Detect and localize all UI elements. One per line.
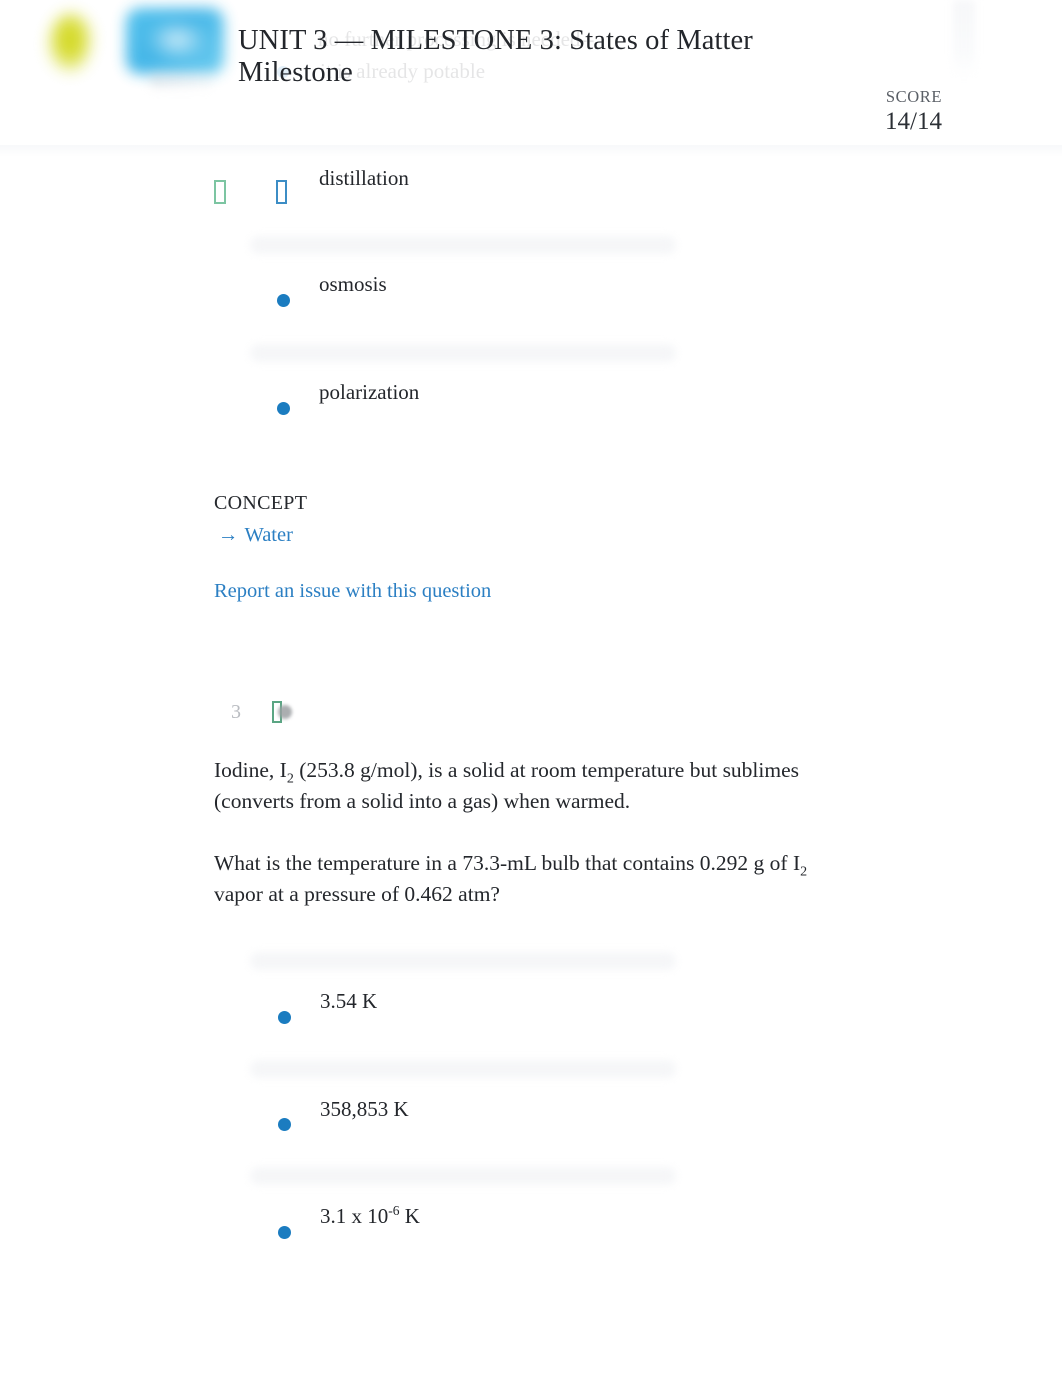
option-c-exponent: -6 — [388, 1203, 400, 1218]
report-issue-link[interactable]: Report an issue with this question — [214, 578, 491, 604]
concept-link-label: Water — [244, 524, 293, 546]
option-label-c[interactable]: 3.1 x 10-6 K — [320, 1203, 420, 1229]
stem-1-subscript: 2 — [286, 771, 294, 787]
score-label: SCORE — [885, 87, 942, 106]
concept-heading: CONCEPT — [214, 492, 308, 514]
check-circle-icon — [214, 180, 226, 204]
concept-link-water[interactable]: → Water — [218, 522, 293, 548]
radio-unselected-icon[interactable] — [278, 1011, 291, 1024]
score-block: SCORE 14/14 — [885, 88, 942, 136]
page-title: UNIT 3 — MILESTONE 3: States of Matter M… — [238, 25, 753, 89]
option-divider — [250, 952, 676, 970]
option-label-polarization[interactable]: polarization — [319, 379, 419, 405]
option-divider — [250, 344, 676, 362]
radio-unselected-icon[interactable] — [277, 402, 290, 415]
stem-2-post: vapor at a pressure of 0.462 atm? — [214, 882, 500, 906]
leaf-logo-icon[interactable] — [46, 12, 94, 74]
option-divider — [250, 1167, 676, 1185]
header-right-control[interactable] — [953, 0, 975, 78]
option-c-suffix: K — [399, 1204, 420, 1228]
stem-2-pre: What is the temperature in a 73.3-mL bul… — [214, 851, 801, 875]
radio-unselected-icon[interactable] — [277, 294, 290, 307]
radio-selected-icon[interactable] — [276, 180, 287, 204]
option-divider — [250, 1060, 676, 1078]
header-bottom-shadow — [0, 145, 1062, 157]
arrow-right-icon: → — [218, 524, 239, 546]
option-divider — [250, 236, 676, 254]
question-stem-paragraph-1: Iodine, I2 (253.8 g/mol), is a solid at … — [214, 755, 814, 817]
option-label-a[interactable]: 3.54 K — [320, 988, 377, 1014]
sophia-brand-logo-icon[interactable] — [126, 8, 224, 74]
score-value: 14/14 — [885, 108, 942, 135]
bookmark-flag-dot — [278, 705, 292, 719]
option-label-distillation[interactable]: distillation — [319, 165, 409, 191]
stem-2-subscript: 2 — [800, 864, 808, 880]
option-label-osmosis[interactable]: osmosis — [319, 271, 387, 297]
stem-1-pre: Iodine, I — [214, 758, 287, 782]
question-stem-paragraph-2: What is the temperature in a 73.3-mL bul… — [214, 848, 814, 910]
option-c-base: 3.1 x 10 — [320, 1204, 389, 1228]
radio-unselected-icon[interactable] — [278, 1118, 291, 1131]
question-number: 3 — [231, 701, 241, 723]
radio-unselected-icon[interactable] — [278, 1226, 291, 1239]
brand-logo-subtitle — [150, 72, 214, 88]
stem-1-post: (253.8 g/mol), is a solid at room temper… — [214, 758, 800, 813]
bookmark-flag-icon[interactable] — [272, 701, 306, 727]
option-label-b[interactable]: 358,853 K — [320, 1096, 409, 1122]
